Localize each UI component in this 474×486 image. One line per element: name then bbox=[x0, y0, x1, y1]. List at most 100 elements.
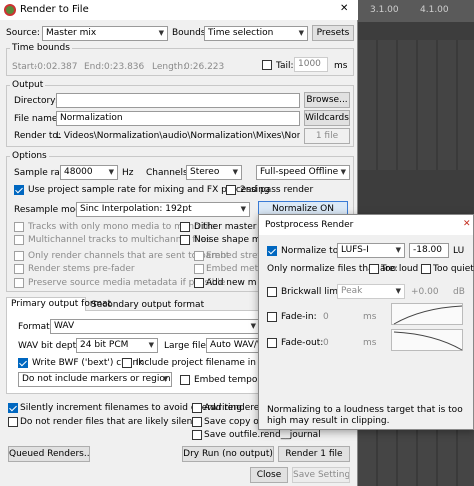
render-speed-select[interactable]: Full-speed Offline ▼ bbox=[256, 165, 350, 180]
window-title: Render to File bbox=[20, 4, 89, 15]
format-select[interactable]: WAV ▼ bbox=[50, 319, 260, 334]
close-button[interactable]: Close bbox=[250, 467, 288, 483]
second-pass-label: 2nd pass render bbox=[240, 185, 314, 195]
save-copy-checkbox[interactable] bbox=[192, 417, 202, 427]
render-button[interactable]: Render 1 file bbox=[278, 446, 350, 462]
wildcards-button[interactable]: Wildcards bbox=[304, 110, 350, 126]
fadein-label: Fade-in: bbox=[281, 312, 317, 322]
write-bwf-checkbox[interactable] bbox=[18, 358, 28, 368]
chevron-down-icon: ▼ bbox=[250, 322, 256, 330]
browse-button[interactable]: Browse... bbox=[304, 92, 350, 108]
chevron-down-icon: ▼ bbox=[298, 29, 304, 37]
format-label: Format: bbox=[18, 322, 53, 332]
add-rendered-checkbox[interactable] bbox=[192, 403, 202, 413]
brickwall-mode-select[interactable]: Peak ▼ bbox=[337, 284, 405, 299]
embed-stretch-label: Embed stret bbox=[206, 251, 262, 261]
sample-rate-select[interactable]: 48000 ▼ bbox=[60, 165, 118, 180]
end-label: End: bbox=[84, 62, 105, 72]
too-quiet-checkbox[interactable] bbox=[421, 264, 431, 274]
embed-stretch-checkbox[interactable] bbox=[194, 251, 204, 261]
start-value[interactable]: -0:02.387 bbox=[34, 62, 78, 72]
fadein-curve-icon[interactable] bbox=[391, 303, 463, 325]
large-files-select[interactable]: Auto WAV/Wa bbox=[206, 338, 260, 353]
tab-secondary-format[interactable]: Secondary output format bbox=[88, 299, 207, 311]
normalize-mode-value: LUFS-I bbox=[341, 245, 369, 255]
dither-master-checkbox[interactable] bbox=[180, 222, 190, 232]
chevron-down-icon: ▼ bbox=[240, 205, 246, 213]
use-project-rate-checkbox[interactable] bbox=[14, 185, 24, 195]
presets-button[interactable]: Presets bbox=[312, 25, 354, 41]
bit-depth-label: WAV bit depth: bbox=[18, 341, 85, 351]
markers-select[interactable]: Do not include markers or regions ▼ bbox=[18, 372, 172, 387]
bit-depth-select[interactable]: 24 bit PCM ▼ bbox=[76, 338, 158, 353]
multichannel-checkbox[interactable] bbox=[14, 235, 24, 245]
bit-depth-value: 24 bit PCM bbox=[80, 340, 129, 350]
fadeout-curve-icon[interactable] bbox=[391, 329, 463, 351]
bounds-select[interactable]: Time selection ▼ bbox=[204, 26, 308, 41]
normalize-to-checkbox[interactable] bbox=[267, 246, 277, 256]
fadein-value[interactable]: 0 bbox=[323, 312, 329, 322]
normalize-mode-select[interactable]: LUFS-I ▼ bbox=[337, 243, 405, 258]
directory-input[interactable] bbox=[56, 93, 300, 108]
fadeout-value[interactable]: 0 bbox=[323, 338, 329, 348]
filename-input[interactable]: Normalization bbox=[56, 111, 300, 126]
fadein-unit: ms bbox=[363, 312, 377, 322]
no-silent-checkbox[interactable] bbox=[8, 417, 18, 427]
tail-input[interactable]: 1000 bbox=[294, 57, 328, 72]
fadeout-label: Fade-out: bbox=[281, 338, 324, 348]
app-icon bbox=[4, 4, 16, 16]
embed-meta-label: Embed meta bbox=[206, 264, 264, 274]
source-select[interactable]: Master mix ▼ bbox=[42, 26, 168, 41]
mono-tracks-checkbox[interactable] bbox=[14, 222, 24, 232]
dry-run-button[interactable]: Dry Run (no output) bbox=[182, 446, 274, 462]
output-title: Output bbox=[10, 80, 46, 90]
length-value[interactable]: 0:26.223 bbox=[184, 62, 224, 72]
postprocess-title-bar: Postprocess Render ✕ bbox=[259, 215, 473, 235]
end-value[interactable]: 0:23.836 bbox=[104, 62, 144, 72]
fadeout-unit: ms bbox=[363, 338, 377, 348]
tab-primary-format[interactable]: Primary output format bbox=[6, 297, 111, 311]
normalize-value-input[interactable]: -18.00 bbox=[409, 243, 449, 258]
brickwall-value[interactable]: +0.00 bbox=[411, 287, 439, 297]
directory-label: Directory: bbox=[14, 96, 58, 106]
embed-tempo-checkbox[interactable] bbox=[180, 375, 190, 385]
too-loud-checkbox[interactable] bbox=[369, 264, 379, 274]
files-count-button[interactable]: 1 file bbox=[304, 128, 350, 144]
too-loud-label: Too loud bbox=[381, 264, 419, 274]
daw-ruler-text-2: 4.1.00 bbox=[420, 5, 449, 15]
preserve-metadata-checkbox[interactable] bbox=[14, 278, 24, 288]
only-render-parent-checkbox[interactable] bbox=[14, 251, 24, 261]
queued-renders-button[interactable]: Queued Renders... bbox=[8, 446, 90, 462]
chevron-down-icon: ▼ bbox=[395, 287, 401, 295]
normalize-unit: LU bbox=[453, 246, 465, 256]
close-icon[interactable]: ✕ bbox=[340, 3, 348, 14]
second-pass-checkbox[interactable] bbox=[226, 185, 236, 195]
fadein-checkbox[interactable] bbox=[267, 312, 277, 322]
fadeout-checkbox[interactable] bbox=[267, 338, 277, 348]
noise-shape-checkbox[interactable] bbox=[180, 235, 190, 245]
resample-select[interactable]: Sinc Interpolation: 192pt ▼ bbox=[76, 202, 250, 217]
silent-increment-checkbox[interactable] bbox=[8, 403, 18, 413]
save-outfile-label: Save outfile.rend__journal bbox=[204, 430, 321, 440]
tail-checkbox[interactable] bbox=[262, 60, 272, 70]
chevron-down-icon: ▼ bbox=[232, 168, 238, 176]
add-new-label: Add new m bbox=[206, 278, 257, 288]
brickwall-checkbox[interactable] bbox=[267, 287, 277, 297]
hz-label: Hz bbox=[122, 168, 134, 178]
chevron-down-icon: ▼ bbox=[162, 375, 168, 383]
postprocess-window: Postprocess Render ✕ Normalize to: LUFS-… bbox=[258, 214, 474, 430]
dither-master-label: Dither master bbox=[194, 222, 257, 232]
include-project-filename-checkbox[interactable] bbox=[122, 358, 132, 368]
postprocess-close-icon[interactable]: ✕ bbox=[463, 219, 471, 229]
save-outfile-checkbox[interactable] bbox=[192, 430, 202, 440]
embed-tempo-label: Embed tempo bbox=[194, 375, 258, 385]
render-to-path: L Videos\Normalization\audio\Normalizati… bbox=[56, 131, 300, 141]
save-settings-button[interactable]: Save Settings bbox=[292, 467, 350, 483]
embed-meta-checkbox[interactable] bbox=[194, 264, 204, 274]
channels-select[interactable]: Stereo ▼ bbox=[186, 165, 242, 180]
chevron-down-icon: ▼ bbox=[108, 168, 114, 176]
large-files-value: Auto WAV/Wa bbox=[210, 340, 259, 350]
length-label: Length: bbox=[152, 62, 187, 72]
render-prefader-checkbox[interactable] bbox=[14, 264, 24, 274]
add-new-checkbox[interactable] bbox=[194, 278, 204, 288]
